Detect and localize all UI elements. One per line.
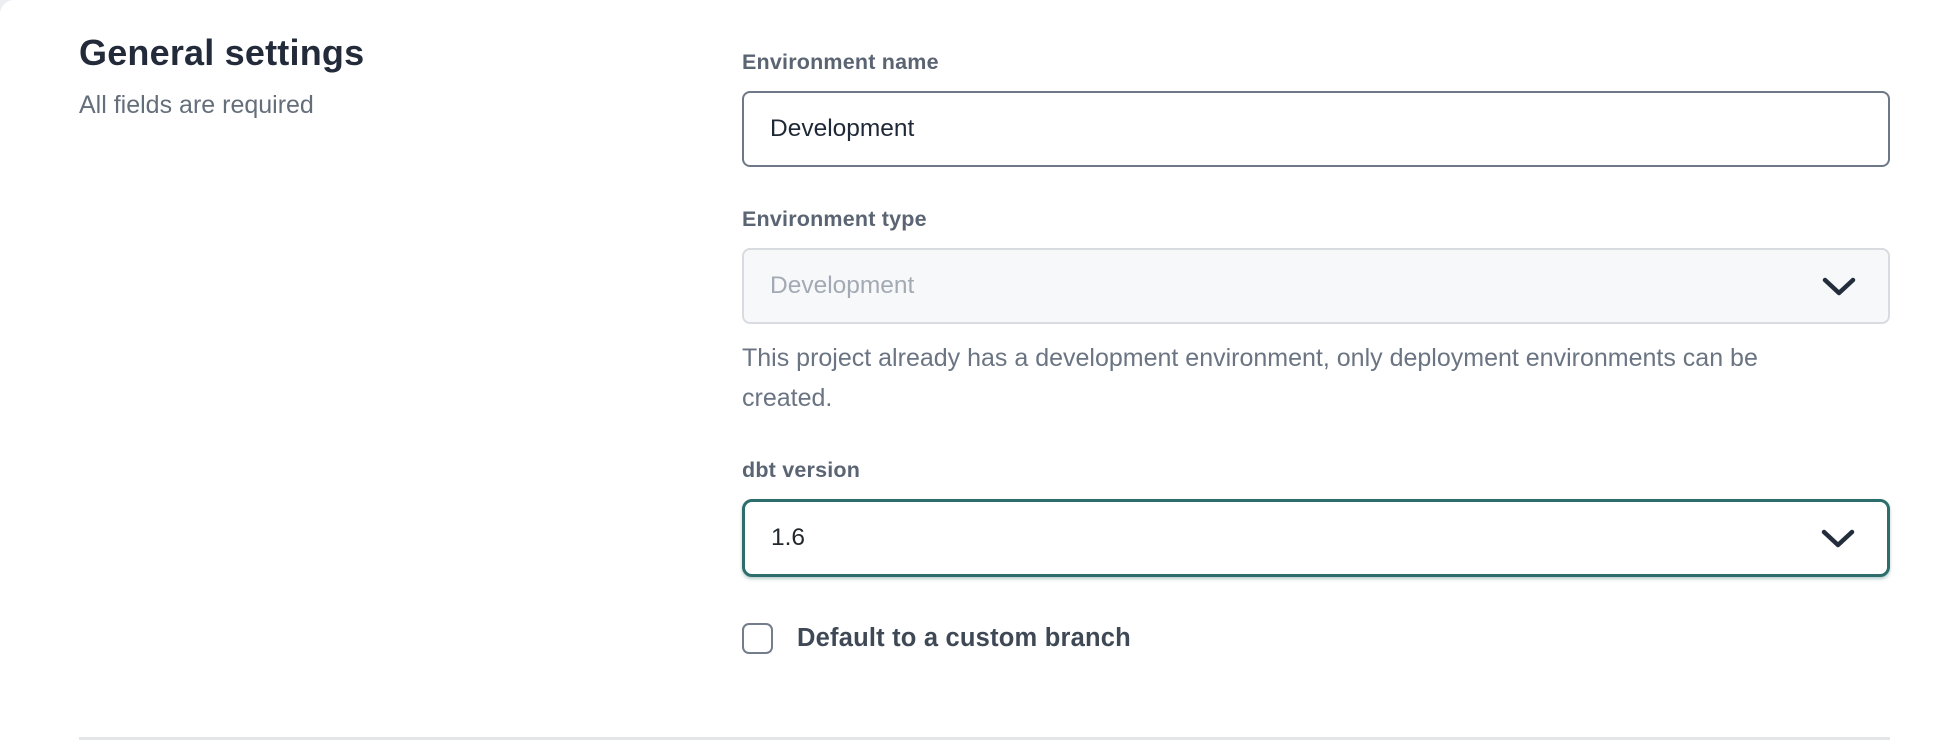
environment-name-input[interactable]	[742, 91, 1890, 167]
environment-type-helper: This project already has a development e…	[742, 338, 1890, 418]
environment-name-label: Environment name	[742, 48, 1890, 76]
custom-branch-checkbox[interactable]	[742, 623, 773, 654]
page-subtitle: All fields are required	[79, 88, 742, 122]
dbt-version-field: dbt version 1.6	[742, 456, 1890, 577]
helper-line-2: created.	[742, 378, 1890, 418]
custom-branch-label[interactable]: Default to a custom branch	[797, 624, 1131, 653]
environment-type-value: Development	[770, 272, 914, 300]
environment-type-select: Development	[742, 248, 1890, 324]
general-settings-section: General settings All fields are required…	[0, 0, 1958, 654]
page-title: General settings	[79, 28, 742, 78]
settings-card: General settings All fields are required…	[0, 0, 1958, 740]
environment-type-label: Environment type	[742, 205, 1890, 233]
dbt-version-select[interactable]: 1.6	[742, 499, 1890, 577]
settings-form: Environment name Environment type Develo…	[742, 28, 1890, 654]
environment-type-field: Environment type Development This projec…	[742, 205, 1890, 418]
helper-line-1: This project already has a development e…	[742, 338, 1890, 378]
environment-name-field: Environment name	[742, 48, 1890, 167]
section-header: General settings All fields are required	[79, 28, 742, 654]
dbt-version-label: dbt version	[742, 456, 1890, 484]
chevron-down-icon	[1822, 277, 1856, 297]
dbt-version-value: 1.6	[771, 524, 805, 552]
custom-branch-row: Default to a custom branch	[742, 623, 1890, 654]
chevron-down-icon	[1821, 529, 1855, 549]
